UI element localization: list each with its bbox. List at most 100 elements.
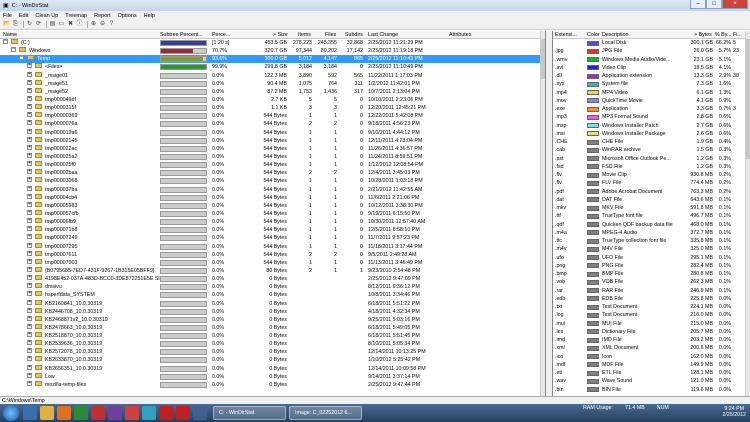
tree-row[interactable]: + dmsivu 0.0% 0 Bytes 8/12/2011 9:36:12 PM [0,283,545,291]
ext-row[interactable]: .jpg JPG File 26.0 GB 5.7% 23 [553,47,750,55]
tree-row[interactable]: + tmp00007249 0.0% 544 Bytes 1 1 0 11/7/2011 9:… [0,234,545,242]
app-icon[interactable] [193,406,207,420]
tree-row[interactable]: + tmp00007003 0.0% 544 Bytes 1 1 0 11/13/2011 3… [0,258,545,267]
tree-row[interactable]: + KB2518870_10.0.30319 0.0% 0 Bytes 6/18/201… [0,331,545,340]
help-icon[interactable]: ? [108,21,115,28]
expand-icon[interactable]: + [27,71,32,77]
ext-row[interactable]: .msi Windows Installer Package 2.6 GB 0.6% [553,130,750,138]
expand-icon[interactable]: + [27,315,32,321]
ext-row[interactable]: .fsd FSD File 1.2 GB 0.3% [553,163,750,171]
properties-icon[interactable]: ⓘ [76,21,83,28]
tree-row[interactable]: − Windows 70.7% 320.7 GB 97,344 80,202 17,142 2… [0,46,545,55]
col-subtree-percent[interactable]: Subtree Percent... [160,32,203,38]
tree-row[interactable]: + tmp00007611 0.0% 544 Bytes 2 2 0 9/5/2011 2:4… [0,250,545,259]
tree-row[interactable]: + _msige01 0.0% 122.3 MB 3,890 592 565 11/22/20… [0,71,545,80]
close-button[interactable]: × [722,0,748,9]
expand-icon[interactable]: + [27,103,32,110]
ext-row[interactable]: .msp Windows Installer Patch 2.7 GB 0.6% [553,122,750,130]
menu-file[interactable]: File [3,13,12,19]
expand-icon[interactable]: + [27,250,32,256]
tree-row[interactable]: + tmp000025f0 0.0% 544 Bytes 1 1 0 1/12/2012 12… [0,160,545,169]
col-files[interactable]: Files [325,32,336,38]
tree-row[interactable]: + KB2633870_10.0.30319 0.0% 0 Bytes 1/10/201… [0,356,545,364]
menu-treemap[interactable]: Treemap [65,13,87,19]
app-icon[interactable] [176,406,190,420]
col-color[interactable]: Color [587,32,600,38]
tree-row[interactable]: + mozilla-temp-files 0.0% 0 Bytes 2/25/2012 … [0,380,545,389]
ext-row[interactable]: .CHE CHE File 1.9 GB 0.4% [553,138,750,146]
tree-row[interactable]: + KB2539636_10.0.30319 0.0% 0 Bytes 8/10/201… [0,340,545,348]
excel-icon[interactable] [74,406,88,420]
col-size[interactable]: > Size [273,32,288,38]
expand-icon[interactable]: + [27,128,32,134]
expand-icon[interactable]: + [27,112,32,118]
ext-row[interactable]: .m4v M4V File 325.0 MB 0.1% [553,245,750,253]
expand-icon[interactable]: + [27,356,32,362]
expand-icon[interactable]: + [27,95,32,101]
ext-row[interactable]: .mov QuickTime Movie 4.1 GB 0.9% [553,97,750,105]
tree-row[interactable]: + tmp00002145 0.0% 544 Bytes 1 1 0 12/11/2011 4… [0,136,545,145]
ext-row[interactable]: .avi Video Clip 18.5 GB 4.1% [553,64,750,72]
expand-icon[interactable]: + [27,299,32,305]
tree-row[interactable]: − Temp 93.6% 300.0 GB 5,012 4,147 865 2/25/2012… [0,55,545,64]
open-icon[interactable]: 📂 [3,21,10,28]
expand-icon[interactable]: + [27,258,32,264]
delete-icon[interactable]: ✖ [67,21,74,28]
app-icon[interactable] [142,406,156,420]
ext-row[interactable]: .ico Icon 162.0 MB 0.0% [553,353,750,361]
tree-row[interactable]: + KB2656351_10.0.30319 0.0% 0 Bytes 12/14/20… [0,364,545,373]
tree-row[interactable]: + KB2160841_10.0.30319 0.0% 0 Bytes 6/18/201… [0,299,545,308]
expand-icon[interactable]: + [27,63,32,69]
expand-icon[interactable]: + [27,209,32,215]
tree-row[interactable]: + {B0795685-7ED7-431F-9267-1B315E05BFF9} 0… [0,266,545,275]
tree-row[interactable]: + tmp000037ba 0.0% 544 Bytes 1 1 0 2/21/2012 11… [0,185,545,194]
ext-row[interactable]: .ufo UFO File 295.1 MB 0.1% [553,254,750,262]
ext-row[interactable]: .ttc TrueType collection font file 335.8 M… [553,237,750,245]
menu-edit[interactable]: Edit [19,13,28,19]
ext-row[interactable]: .mp4 MP4 Video 6.1 GB 1.3% [553,89,750,97]
ext-row[interactable]: .edb EDB File 225.8 MB 0.0% [553,295,750,303]
clock[interactable]: 9:24 PM 2/25/2012 [722,406,746,418]
expand-icon[interactable]: + [27,144,32,150]
ext-row[interactable]: .mp3 MP3 Format Sound 2.8 GB 0.6% [553,113,750,121]
expand-icon[interactable]: + [27,193,32,199]
expand-icon[interactable]: + [27,201,32,207]
ext-row[interactable]: .xml XML Document 200.6 MB 0.0% [553,344,750,352]
expand-icon[interactable]: + [27,331,32,338]
ext-row[interactable]: .wmv Windows Media Audio/Vide... 23.1 GB 5.… [553,56,750,64]
col-percent[interactable]: Perce... [212,32,230,38]
ext-row[interactable]: .sys System file 7.3 GB 1.6% [553,80,750,88]
col-last-change[interactable]: Last Change [368,32,398,38]
tree-row[interactable]: + _msige52 0.0% 87.2 MB 1,753 1,436 317 10/7/20… [0,87,545,96]
refresh-icon[interactable]: ↻ [26,21,33,28]
media-player-icon[interactable] [57,406,71,420]
task-windirstat[interactable]: C: - WinDirStat [213,406,286,420]
expand-icon[interactable]: + [27,136,32,142]
expand-icon[interactable]: + [27,234,32,240]
expand-icon[interactable]: + [27,372,32,378]
ext-row[interactable]: .bin BIN File 119.6 MB 0.0% [553,386,750,394]
col-description[interactable]: Description [602,32,629,38]
ext-row[interactable]: .exe Application 3.3 GB 0.7% 3 [553,105,750,113]
ext-row[interactable]: .imd IMD File 203.2 MB 0.0% [553,336,750,344]
tree-row[interactable]: + KB2572078_10.0.30319 0.0% 0 Bytes 12/14/20… [0,348,545,356]
tree-row[interactable]: + hsperfdata_SYSTEM 0.0% 0 Bytes 10/8/2011 3… [0,291,545,299]
tree-scrollbar[interactable] [540,31,545,396]
expand-icon[interactable]: + [27,242,32,248]
expand-icon[interactable]: + [27,348,32,354]
expand-icon[interactable]: + [27,169,32,175]
app-icon[interactable] [125,406,139,420]
col-items[interactable]: Items [298,32,311,38]
expand-icon[interactable]: + [27,283,32,289]
menu-options[interactable]: Options [118,13,137,19]
tree-row[interactable]: + tmp0000076a 0.0% 544 Bytes 2 2 0 9/18/2011 4:… [0,120,545,128]
ext-row[interactable]: .bmp BMP File 280.8 MB 0.1% [553,270,750,278]
tree-row[interactable]: +4198E452-037A-483D-BCC0-3DE872251E5E Sl… [0,274,545,283]
minimize-button[interactable]: – [690,0,706,9]
directory-tree[interactable]: Name Subtree Percent... Perce... > Size … [0,31,546,396]
ext-row[interactable]: .flv FLV File 774.4 MB 0.2% [553,179,750,187]
tree-row[interactable]: + KB2446708_10.0.30319 0.0% 0 Bytes 4/18/201… [0,307,545,316]
zoom-in-icon[interactable]: ⊕ [90,21,97,28]
expand-icon[interactable]: + [27,340,32,346]
ext-row[interactable]: .pdf Adobe Acrobat Document 763.3 MB 0.2% [553,188,750,196]
